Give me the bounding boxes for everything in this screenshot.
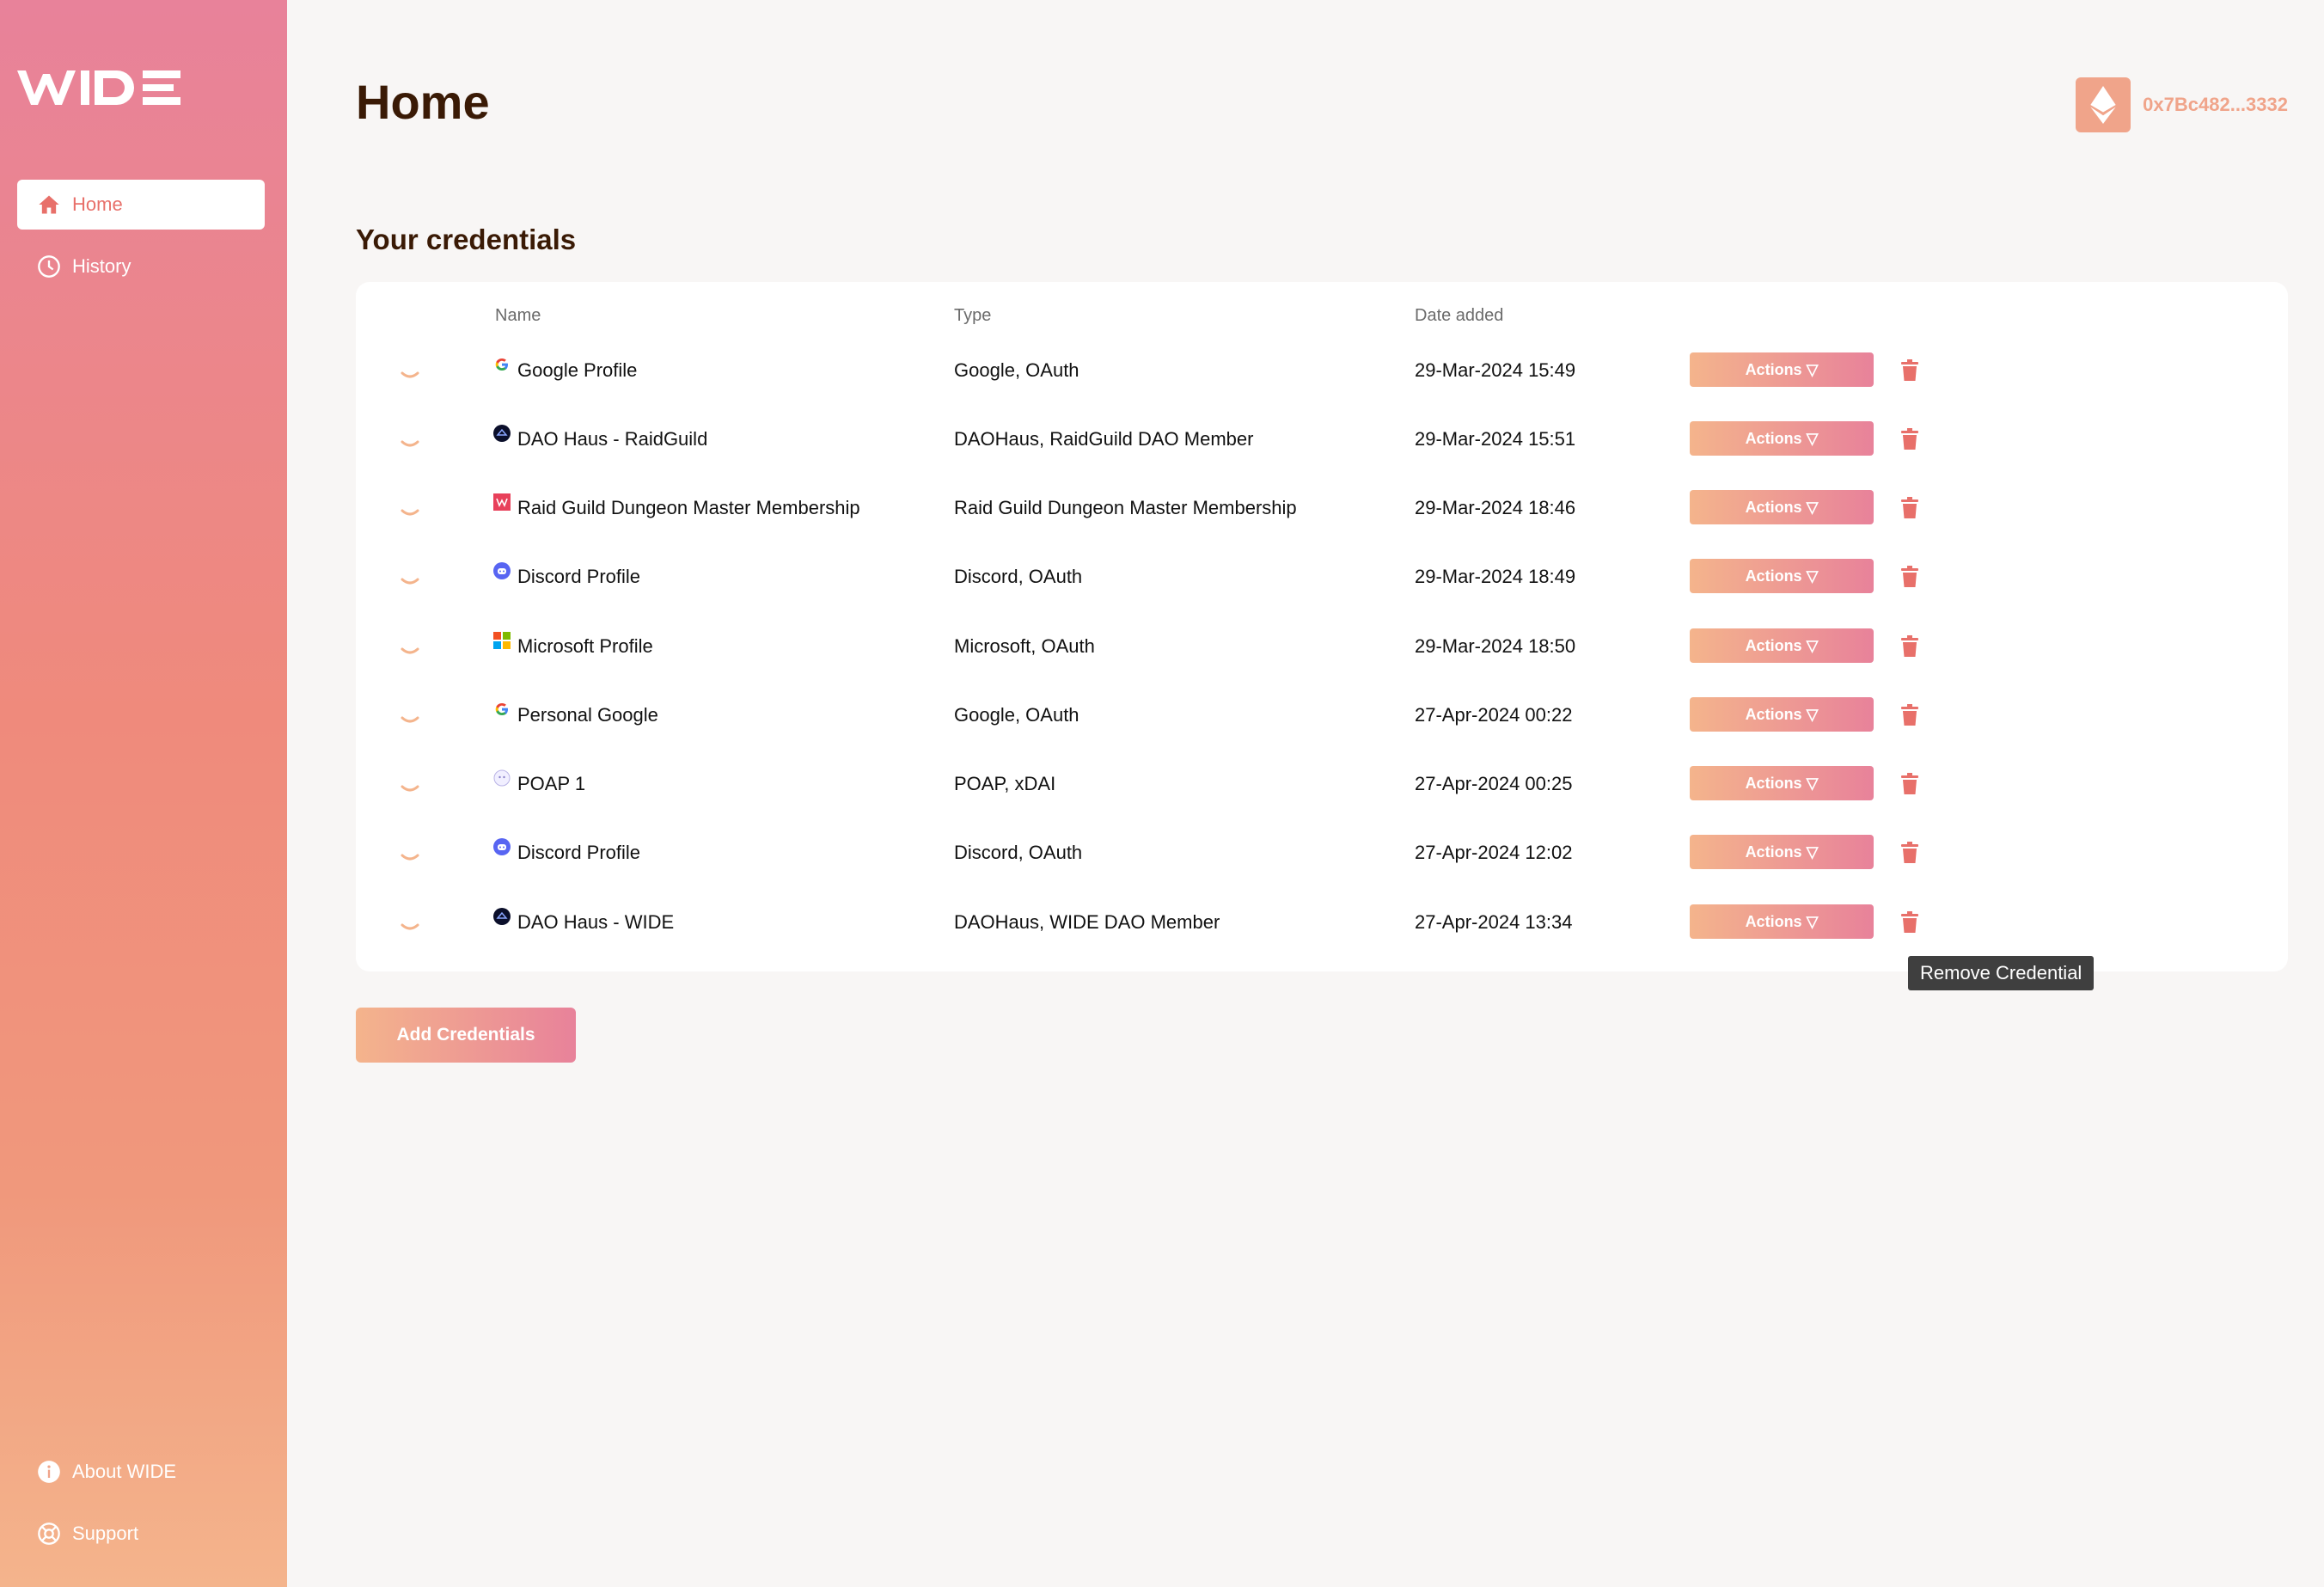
credential-type: Discord, OAuth [954, 566, 1083, 587]
column-header-type: Type [954, 306, 992, 325]
credentials-table: Name Type Date added Google Profile Googl… [356, 282, 2288, 971]
credential-date: 27-Apr-2024 00:22 [1415, 704, 1573, 726]
table-row: Microsoft Profile Microsoft, OAuth 29-Mar-… [356, 620, 2288, 689]
info-icon [36, 1459, 62, 1485]
credential-date: 29-Mar-2024 18:50 [1415, 635, 1576, 657]
chevron-down-icon[interactable] [401, 646, 419, 658]
table-row: DAO Haus - RaidGuild DAOHaus, RaidGuild D… [356, 413, 2288, 481]
sidebar-item-label: About WIDE [72, 1461, 177, 1482]
sidebar: Home History About WIDE Support [0, 0, 287, 1587]
credential-name: DAO Haus - RaidGuild [517, 428, 708, 450]
actions-button[interactable]: Actions ▽ [1690, 628, 1874, 663]
microsoft-icon [493, 632, 511, 649]
credential-date: 27-Apr-2024 12:02 [1415, 842, 1573, 863]
credential-name: Google Profile [517, 359, 638, 381]
table-row: Discord Profile Discord, OAuth 29-Mar-2024… [356, 550, 2288, 619]
table-row: POAP 1 POAP, xDAI 27-Apr-2024 00:25 Actions… [356, 757, 2288, 826]
table-row: Discord Profile Discord, OAuth 27-Apr-2024… [356, 826, 2288, 895]
trash-icon[interactable] [1899, 842, 1920, 864]
credential-name: Microsoft Profile [517, 635, 653, 657]
page-title: Home [356, 75, 490, 129]
chevron-down-icon[interactable] [401, 370, 419, 382]
credential-type: DAOHaus, RaidGuild DAO Member [954, 428, 1254, 450]
trash-icon[interactable] [1899, 566, 1920, 588]
chevron-down-icon[interactable] [401, 783, 419, 795]
sidebar-item-home[interactable]: Home [17, 180, 265, 230]
credential-type: Microsoft, OAuth [954, 635, 1095, 657]
credential-type: Google, OAuth [954, 704, 1079, 726]
credential-name: Personal Google [517, 704, 658, 726]
chevron-down-icon[interactable] [401, 438, 419, 450]
ethereum-icon [2076, 77, 2131, 132]
poap-icon [493, 769, 511, 787]
credential-date: 27-Apr-2024 13:34 [1415, 911, 1573, 933]
actions-button[interactable]: Actions ▽ [1690, 766, 1874, 800]
credential-type: Raid Guild Dungeon Master Membership [954, 497, 1297, 518]
wide-logo[interactable] [17, 70, 180, 105]
column-header-name: Name [495, 306, 541, 325]
credential-name: POAP 1 [517, 773, 586, 794]
daohaus-icon [493, 908, 511, 925]
credential-type: Discord, OAuth [954, 842, 1083, 863]
lifebuoy-icon [36, 1521, 62, 1547]
credentials-title: Your credentials [356, 224, 577, 255]
trash-icon[interactable] [1899, 773, 1920, 795]
table-row: DAO Haus - WIDE DAOHaus, WIDE DAO Member 2… [356, 896, 2288, 965]
home-icon [36, 192, 62, 218]
chevron-down-icon[interactable] [401, 507, 419, 519]
sidebar-item-label: Support [72, 1523, 139, 1544]
sidebar-item-about[interactable]: About WIDE [17, 1447, 265, 1497]
table-row: Personal Google Google, OAuth 27-Apr-2024 … [356, 689, 2288, 757]
clock-icon [36, 254, 62, 279]
sidebar-item-history[interactable]: History [17, 242, 265, 291]
discord-icon [493, 838, 511, 855]
trash-icon[interactable] [1899, 359, 1920, 382]
chevron-down-icon[interactable] [401, 922, 419, 934]
credential-date: 29-Mar-2024 15:49 [1415, 359, 1576, 381]
credential-type: Google, OAuth [954, 359, 1079, 381]
trash-icon[interactable] [1899, 497, 1920, 519]
credential-date: 29-Mar-2024 18:46 [1415, 497, 1576, 518]
table-row: Raid Guild Dungeon Master Membership Raid… [356, 481, 2288, 550]
trash-icon[interactable] [1899, 635, 1920, 658]
credential-name: Discord Profile [517, 842, 641, 863]
credential-name: Raid Guild Dungeon Master Membership [517, 497, 860, 518]
actions-button[interactable]: Actions ▽ [1690, 904, 1874, 939]
credential-type: POAP, xDAI [954, 773, 1056, 794]
google-icon [493, 701, 511, 718]
credential-date: 27-Apr-2024 00:25 [1415, 773, 1573, 794]
sidebar-item-label: History [72, 255, 131, 277]
wallet-button[interactable]: 0x7Bc482...3332 [2076, 77, 2288, 132]
actions-button[interactable]: Actions ▽ [1690, 559, 1874, 593]
credential-date: 29-Mar-2024 18:49 [1415, 566, 1576, 587]
credential-date: 29-Mar-2024 15:51 [1415, 428, 1576, 450]
table-row: Google Profile Google, OAuth 29-Mar-2024 1… [356, 344, 2288, 413]
chevron-down-icon[interactable] [401, 852, 419, 864]
actions-button[interactable]: Actions ▽ [1690, 421, 1874, 456]
discord-icon [493, 562, 511, 579]
daohaus-icon [493, 425, 511, 442]
credential-name: Discord Profile [517, 566, 641, 587]
remove-credential-tooltip: Remove Credential [1908, 956, 2095, 990]
credential-type: DAOHaus, WIDE DAO Member [954, 911, 1220, 933]
google-icon [493, 356, 511, 373]
add-credentials-button[interactable]: Add Credentials [356, 1008, 576, 1063]
wallet-address: 0x7Bc482...3332 [2143, 94, 2288, 115]
sidebar-item-label: Home [72, 193, 123, 215]
raidguild-icon [493, 493, 511, 511]
sidebar-item-support[interactable]: Support [17, 1509, 265, 1559]
trash-icon[interactable] [1899, 428, 1920, 450]
actions-button[interactable]: Actions ▽ [1690, 352, 1874, 387]
chevron-down-icon[interactable] [401, 714, 419, 726]
trash-icon[interactable] [1899, 704, 1920, 726]
trash-icon[interactable] [1899, 911, 1920, 934]
column-header-date: Date added [1415, 306, 1504, 325]
actions-button[interactable]: Actions ▽ [1690, 697, 1874, 732]
chevron-down-icon[interactable] [401, 576, 419, 588]
actions-button[interactable]: Actions ▽ [1690, 490, 1874, 524]
credential-name: DAO Haus - WIDE [517, 911, 675, 933]
actions-button[interactable]: Actions ▽ [1690, 835, 1874, 869]
